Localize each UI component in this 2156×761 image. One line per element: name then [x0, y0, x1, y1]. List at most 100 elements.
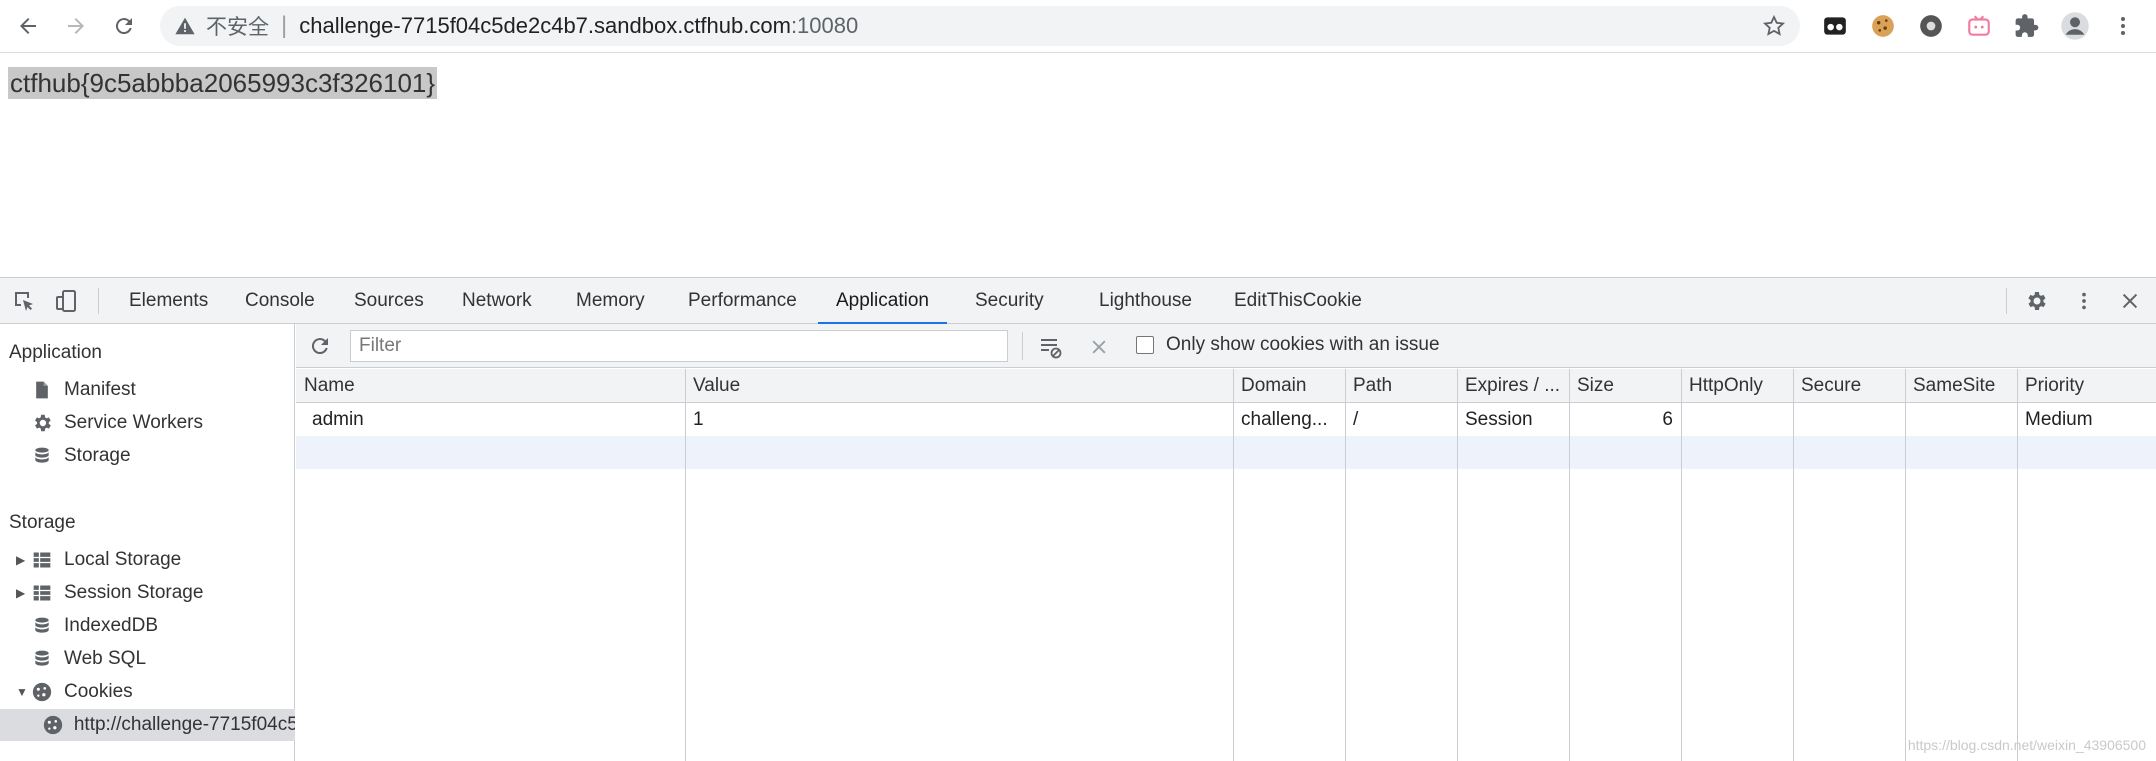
sidebar-item-label: IndexedDB: [64, 615, 159, 636]
sidebar-item-label: Storage: [64, 445, 131, 466]
address-bar[interactable]: 不安全 | challenge-7715f04c5de2c4b7.sandbox…: [160, 6, 1800, 46]
browser-toolbar: 不安全 | challenge-7715f04c5de2c4b7.sandbox…: [0, 0, 2156, 53]
reload-icon: [115, 18, 132, 35]
insecure-label: 不安全: [206, 16, 269, 39]
url-separator: |: [281, 12, 288, 39]
bookmark-star-icon[interactable]: [1762, 14, 1786, 38]
tab-security[interactable]: Security: [957, 278, 1062, 324]
sidebar-item-cookies[interactable]: ▼ Cookies: [0, 676, 295, 708]
delete-selected-icon[interactable]: [1086, 334, 1112, 360]
profile-avatar-icon[interactable]: [2060, 11, 2090, 41]
sidebar-item-manifest[interactable]: Manifest: [0, 374, 295, 406]
column-divider[interactable]: [685, 369, 686, 761]
tab-console[interactable]: Console: [227, 278, 333, 324]
cookie-name-cell: admin: [312, 409, 364, 430]
cookie-samesite-cell: [1905, 403, 2017, 436]
cookie-httponly-cell: [1681, 403, 1793, 436]
filter-input[interactable]: [350, 330, 1008, 362]
page-viewport: ctfhub{9c5abbba2065993c3f326101}: [0, 53, 2156, 277]
extension-panda-icon[interactable]: [1820, 11, 1850, 41]
only-issues-checkbox[interactable]: [1136, 336, 1154, 354]
extension-tv-icon[interactable]: [1964, 11, 1994, 41]
cookie-icon: [30, 680, 54, 704]
reload-button[interactable]: [106, 8, 142, 44]
cookie-value-cell: 1: [693, 409, 704, 430]
forward-button[interactable]: [58, 8, 94, 44]
arrow-left-icon: [20, 18, 36, 34]
sidebar-item-label: Service Workers: [64, 412, 204, 433]
url-host: challenge-7715f04c5de2c4b7.sandbox.ctfhu…: [299, 13, 791, 38]
device-toolbar-icon[interactable]: [52, 287, 80, 315]
sidebar-heading-application: Application: [9, 342, 102, 363]
database-icon: [30, 647, 54, 671]
column-header-secure[interactable]: Secure: [1793, 369, 1905, 403]
cookie-expires-cell: Session: [1465, 409, 1533, 430]
sidebar-item-local-storage[interactable]: ▶ Local Storage: [0, 544, 295, 576]
column-header-httponly[interactable]: HttpOnly: [1681, 369, 1793, 403]
sidebar-heading-storage: Storage: [9, 512, 76, 533]
tabbar-divider: [98, 288, 99, 314]
refresh-icon[interactable]: [308, 334, 332, 358]
column-divider[interactable]: [1233, 369, 1234, 761]
column-divider[interactable]: [1793, 369, 1794, 761]
column-divider[interactable]: [1457, 369, 1458, 761]
column-divider[interactable]: [1681, 369, 1682, 761]
column-header-priority[interactable]: Priority: [2017, 369, 2156, 403]
cookies-filterbar: Only show cookies with an issue: [296, 324, 2156, 368]
only-issues-label: Only show cookies with an issue: [1166, 334, 1440, 355]
column-header-samesite[interactable]: SameSite: [1905, 369, 2017, 403]
tab-application[interactable]: Application: [818, 278, 947, 324]
column-header-expires[interactable]: Expires / ...: [1457, 369, 1569, 403]
column-header-path[interactable]: Path: [1345, 369, 1457, 403]
file-icon: [30, 378, 54, 402]
column-header-size[interactable]: Size: [1569, 369, 1681, 403]
inspect-element-icon[interactable]: [10, 287, 38, 315]
sidebar-item-storage[interactable]: Storage: [0, 440, 295, 472]
tab-elements[interactable]: Elements: [111, 278, 226, 324]
expand-arrow-icon[interactable]: ▶: [16, 586, 30, 600]
cookie-secure-cell: [1793, 403, 1905, 436]
tab-sources[interactable]: Sources: [336, 278, 442, 324]
column-header-value[interactable]: Value: [685, 369, 1233, 403]
column-divider[interactable]: [1345, 369, 1346, 761]
tab-network[interactable]: Network: [444, 278, 550, 324]
tab-editthiscookie[interactable]: EditThisCookie: [1216, 278, 1380, 324]
sidebar-item-session-storage[interactable]: ▶ Session Storage: [0, 577, 295, 609]
sidebar-item-indexeddb[interactable]: IndexedDB: [0, 610, 295, 642]
column-header-domain[interactable]: Domain: [1233, 369, 1345, 403]
url-port: :10080: [790, 13, 859, 38]
sidebar-item-label: Session Storage: [64, 582, 204, 603]
sidebar-item-web-sql[interactable]: Web SQL: [0, 643, 295, 675]
column-divider[interactable]: [1569, 369, 1570, 761]
expand-arrow-icon[interactable]: ▶: [16, 553, 30, 567]
clear-filtered-cookies-icon[interactable]: [1038, 334, 1064, 360]
column-divider[interactable]: [2017, 369, 2018, 761]
cookies-table: Name Value Domain Path Expires / ... Siz…: [296, 369, 2156, 761]
devtools-tabbar: Elements Console Sources Network Memory …: [0, 278, 2156, 324]
back-button[interactable]: [10, 8, 46, 44]
gear-icon: [30, 411, 54, 435]
sidebar-item-service-workers[interactable]: Service Workers: [0, 407, 295, 439]
devtools-menu-icon[interactable]: [2070, 287, 2098, 315]
cookies-panel: Only show cookies with an issue Name Val…: [296, 324, 2156, 761]
devtools-panel: Elements Console Sources Network Memory …: [0, 277, 2156, 761]
extension-gear-icon[interactable]: [1916, 11, 1946, 41]
column-divider[interactable]: [1905, 369, 1906, 761]
browser-menu-icon[interactable]: [2108, 11, 2138, 41]
tab-performance[interactable]: Performance: [670, 278, 815, 324]
extension-cookie-icon[interactable]: [1868, 11, 1898, 41]
close-devtools-icon[interactable]: [2116, 287, 2144, 315]
extensions-puzzle-icon[interactable]: [2012, 11, 2042, 41]
settings-gear-icon[interactable]: [2022, 287, 2050, 315]
tab-lighthouse[interactable]: Lighthouse: [1081, 278, 1210, 324]
table-grid-icon: [30, 581, 54, 605]
sidebar-item-label: Cookies: [64, 681, 133, 702]
column-header-name[interactable]: Name: [296, 369, 685, 403]
tab-memory[interactable]: Memory: [558, 278, 663, 324]
flag-text: ctfhub{9c5abbba2065993c3f326101}: [8, 67, 438, 99]
table-grid-icon: [30, 548, 54, 572]
collapse-arrow-icon[interactable]: ▼: [16, 685, 30, 699]
sidebar-item-cookie-origin[interactable]: http://challenge-7715f04c5de2c4b7.sandbo…: [0, 709, 295, 741]
watermark: https://blog.csdn.net/weixin_43906500: [1907, 737, 2146, 753]
database-icon: [30, 444, 54, 468]
